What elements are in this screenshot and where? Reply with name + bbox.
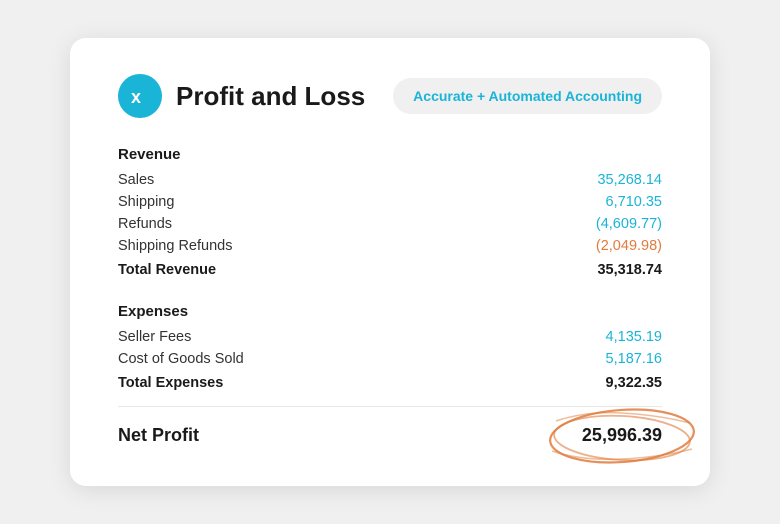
table-row: Cost of Goods Sold 5,187.16 [118,348,662,370]
row-label: Shipping Refunds [118,235,463,257]
table-row: Shipping Refunds (2,049.98) [118,235,662,257]
row-amount: 6,710.35 [463,191,662,213]
net-profit-label: Net Profit [118,425,199,446]
svg-text:x: x [131,87,141,107]
row-amount: 35,268.14 [463,169,662,191]
table-row: Sales 35,268.14 [118,169,662,191]
divider [118,406,662,407]
net-profit-amount: 25,996.39 [582,425,662,445]
badge: Accurate + Automated Accounting [393,78,662,114]
row-label: Seller Fees [118,326,493,348]
revenue-label: Revenue [118,146,662,163]
total-label: Total Revenue [118,257,463,281]
revenue-table: Sales 35,268.14 Shipping 6,710.35 Refund… [118,169,662,281]
row-amount: 5,187.16 [493,348,662,370]
expenses-table: Seller Fees 4,135.19 Cost of Goods Sold … [118,326,662,394]
revenue-total-row: Total Revenue 35,318.74 [118,257,662,281]
xero-logo: x [118,74,162,118]
total-amount: 9,322.35 [493,370,662,394]
logo-title: x Profit and Loss [118,74,365,118]
net-profit-row: Net Profit 25,996.39 [118,425,662,446]
expenses-label: Expenses [118,303,662,320]
expenses-section: Expenses Seller Fees 4,135.19 Cost of Go… [118,303,662,394]
expenses-total-row: Total Expenses 9,322.35 [118,370,662,394]
table-row: Seller Fees 4,135.19 [118,326,662,348]
xero-logo-svg: x [127,83,153,109]
total-label: Total Expenses [118,370,493,394]
table-row: Shipping 6,710.35 [118,191,662,213]
total-amount: 35,318.74 [463,257,662,281]
page-title: Profit and Loss [176,81,365,112]
row-amount: (2,049.98) [463,235,662,257]
row-label: Sales [118,169,463,191]
row-amount: 4,135.19 [493,326,662,348]
card-header: x Profit and Loss Accurate + Automated A… [118,74,662,118]
row-label: Shipping [118,191,463,213]
table-row: Refunds (4,609.77) [118,213,662,235]
revenue-section: Revenue Sales 35,268.14 Shipping 6,710.3… [118,146,662,281]
profit-loss-card: x Profit and Loss Accurate + Automated A… [70,38,710,486]
net-profit-circle-wrapper: 25,996.39 [582,425,662,446]
row-label: Refunds [118,213,463,235]
row-label: Cost of Goods Sold [118,348,493,370]
row-amount: (4,609.77) [463,213,662,235]
